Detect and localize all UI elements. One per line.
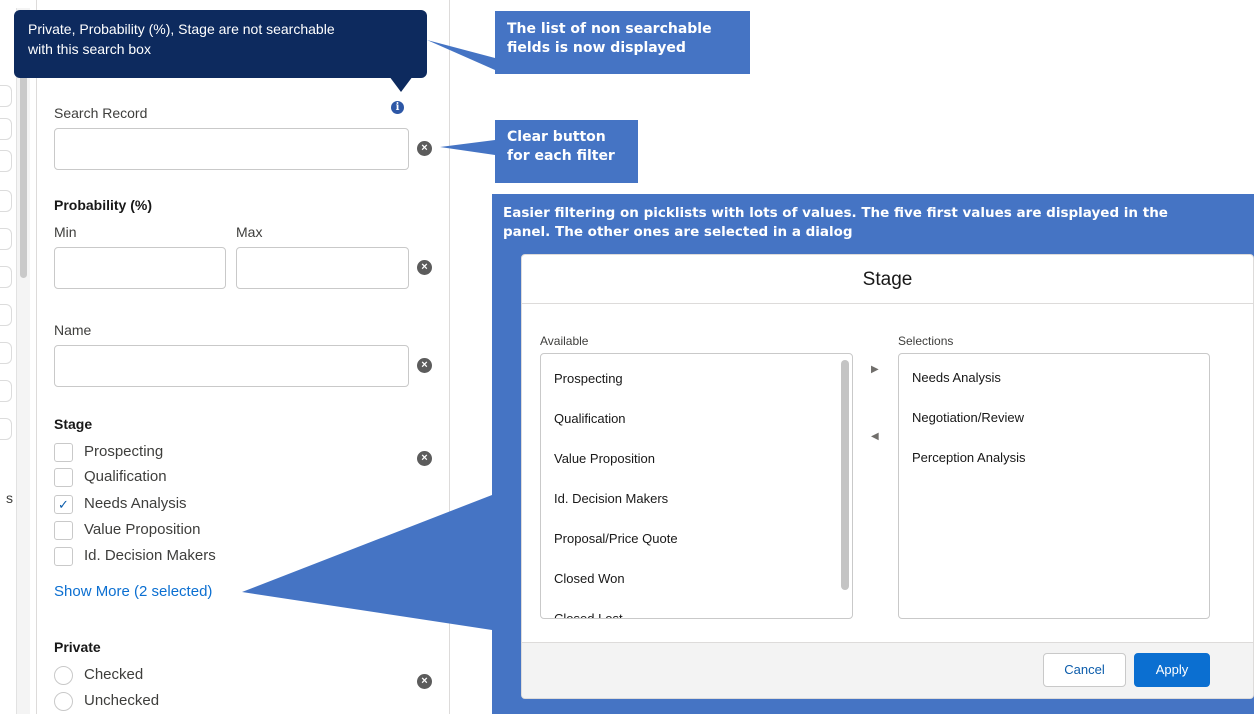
- available-option[interactable]: Id. Decision Makers: [541, 479, 852, 519]
- apply-button[interactable]: Apply: [1134, 653, 1210, 687]
- callout-text: panel. The other ones are selected in a …: [503, 224, 853, 240]
- callout-text: The list of non searchable: [507, 21, 712, 37]
- dialog-title: Stage: [522, 255, 1253, 304]
- selected-option[interactable]: Perception Analysis: [899, 438, 1209, 478]
- selections-label: Selections: [898, 334, 954, 348]
- callout-clear-button: Clear button for each filter: [495, 120, 638, 183]
- available-option[interactable]: Proposal/Price Quote: [541, 519, 852, 559]
- available-option[interactable]: Prospecting: [541, 359, 852, 399]
- callout-pointer: [242, 495, 492, 630]
- available-option[interactable]: Closed Won: [541, 559, 852, 599]
- callout-text: Clear button: [507, 129, 606, 145]
- available-option[interactable]: Value Proposition: [541, 439, 852, 479]
- available-scrollbar[interactable]: [841, 360, 849, 590]
- available-option[interactable]: Closed Lost: [541, 599, 852, 618]
- selected-option[interactable]: Negotiation/Review: [899, 398, 1209, 438]
- selections-listbox[interactable]: Needs Analysis Negotiation/Review Percep…: [898, 353, 1210, 619]
- cancel-button[interactable]: Cancel: [1043, 653, 1126, 687]
- available-listbox[interactable]: Prospecting Qualification Value Proposit…: [540, 353, 853, 619]
- arrow-right-icon[interactable]: ▶: [871, 364, 879, 375]
- callout-non-searchable: The list of non searchable fields is now…: [495, 11, 750, 74]
- selected-option[interactable]: Needs Analysis: [899, 358, 1209, 398]
- callout-text: fields is now displayed: [507, 40, 686, 56]
- available-label: Available: [540, 334, 589, 348]
- dialog-footer: Cancel Apply: [522, 642, 1253, 698]
- callout-pointer: [440, 140, 495, 155]
- callout-pointer: [427, 40, 495, 70]
- stage-dialog: Stage Available Selections Prospecting Q…: [521, 254, 1254, 699]
- callout-text: for each filter: [507, 148, 615, 164]
- callout-text: Easier filtering on picklists with lots …: [503, 205, 1168, 221]
- arrow-left-icon[interactable]: ◀: [871, 431, 879, 442]
- available-option[interactable]: Qualification: [541, 399, 852, 439]
